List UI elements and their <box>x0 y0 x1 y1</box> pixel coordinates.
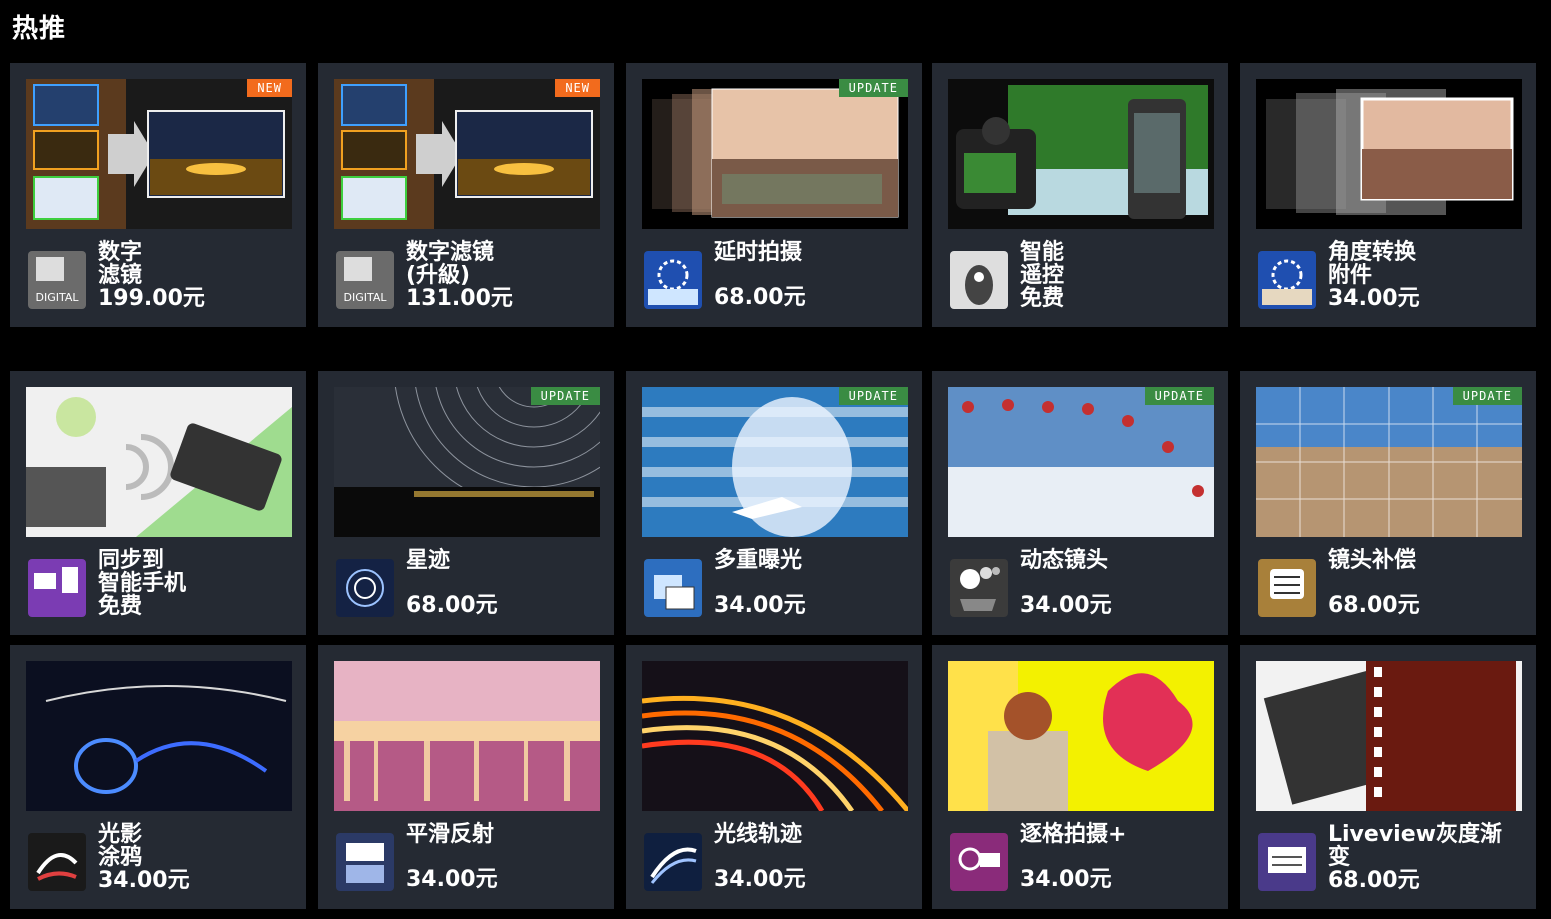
app-card-sync-smartphone[interactable]: 同步到 智能手机 免费 <box>10 371 306 635</box>
app-thumbnail[interactable]: UPDATE <box>642 79 908 229</box>
app-card-smart-remote[interactable]: 智能 遥控 免费 <box>932 63 1228 327</box>
app-name: 角度转换 附件 <box>1328 240 1417 288</box>
app-thumbnail[interactable] <box>948 661 1214 811</box>
light-painting-icon <box>28 833 86 891</box>
app-thumbnail[interactable]: UPDATE <box>1256 387 1522 537</box>
app-price: 34.00元 <box>714 867 806 892</box>
app-thumbnail[interactable] <box>334 661 600 811</box>
multiple-exposure-icon <box>644 559 702 617</box>
app-name: 延时拍摄 <box>714 240 803 265</box>
app-name: 数字滤镜 (升級) <box>406 240 495 288</box>
app-card-liveview-grading[interactable]: Liveview灰度渐 变 68.00元 <box>1240 645 1536 909</box>
app-price: 68.00元 <box>714 285 806 310</box>
sync-smartphone-icon <box>28 559 86 617</box>
update-badge: UPDATE <box>530 387 600 405</box>
update-badge: UPDATE <box>838 79 908 97</box>
app-card-motion-shot[interactable]: UPDATE 动态镜头 34.00元 <box>932 371 1228 635</box>
app-card-timelapse[interactable]: UPDATE 延时拍摄 68.00元 <box>626 63 922 327</box>
app-thumbnail[interactable]: NEW <box>334 79 600 229</box>
new-badge: NEW <box>555 79 600 97</box>
smart-remote-icon <box>950 251 1008 309</box>
liveview-grading-icon <box>1258 833 1316 891</box>
app-name: 光影 涂鸦 <box>98 822 143 870</box>
svg-text:DIGITAL: DIGITAL <box>343 291 387 304</box>
light-trail-icon <box>644 833 702 891</box>
digital-filter-icon: DIGITAL <box>28 251 86 309</box>
app-thumbnail[interactable] <box>1256 661 1522 811</box>
lens-compensation-icon <box>1258 559 1316 617</box>
app-card-multiple-exposure[interactable]: UPDATE 多重曝光 34.00元 <box>626 371 922 635</box>
app-price: 199.00元 <box>98 286 205 311</box>
app-name: 多重曝光 <box>714 548 803 573</box>
update-badge: UPDATE <box>1144 387 1214 405</box>
app-price: 68.00元 <box>406 593 498 618</box>
app-name: 光线轨迹 <box>714 822 803 847</box>
app-price: 34.00元 <box>714 593 806 618</box>
smooth-reflection-icon <box>336 833 394 891</box>
app-name: 星迹 <box>406 548 451 573</box>
app-card-angle-shift[interactable]: 角度转换 附件 34.00元 <box>1240 63 1536 327</box>
app-name: 平滑反射 <box>406 822 495 847</box>
star-trail-icon <box>336 559 394 617</box>
update-badge: UPDATE <box>1452 387 1522 405</box>
app-card-smooth-reflection[interactable]: 平滑反射 34.00元 <box>318 645 614 909</box>
app-thumbnail[interactable]: NEW <box>26 79 292 229</box>
app-name: 数字 滤镜 <box>98 240 143 288</box>
app-thumbnail[interactable] <box>26 387 292 537</box>
app-card-frame-by-frame[interactable]: 逐格拍摄+ 34.00元 <box>932 645 1228 909</box>
app-thumbnail[interactable] <box>1256 79 1522 229</box>
app-thumbnail[interactable]: UPDATE <box>334 387 600 537</box>
svg-text:DIGITAL: DIGITAL <box>35 291 79 304</box>
app-card-digital-filter-upgrade[interactable]: NEW DIGITAL 数字滤镜 (升級) 131.00元 <box>318 63 614 327</box>
update-badge: UPDATE <box>838 387 908 405</box>
app-price: 68.00元 <box>1328 593 1420 618</box>
app-price: 34.00元 <box>406 867 498 892</box>
app-thumbnail[interactable]: UPDATE <box>642 387 908 537</box>
app-card-light-painting[interactable]: 光影 涂鸦 34.00元 <box>10 645 306 909</box>
app-card-digital-filter[interactable]: NEW DIGITAL 数字 滤镜 199.00元 <box>10 63 306 327</box>
motion-shot-icon <box>950 559 1008 617</box>
digital-filter-upgrade-icon: DIGITAL <box>336 251 394 309</box>
timelapse-icon <box>644 251 702 309</box>
frame-by-frame-icon <box>950 833 1008 891</box>
new-badge: NEW <box>247 79 292 97</box>
app-card-lens-compensation[interactable]: UPDATE 镜头补偿 68.00元 <box>1240 371 1536 635</box>
section-title: 热推 <box>12 14 67 44</box>
app-price: 131.00元 <box>406 286 513 311</box>
app-name: 逐格拍摄+ <box>1020 822 1127 847</box>
app-name: 智能 遥控 免费 <box>1020 240 1065 311</box>
app-card-star-trail[interactable]: UPDATE 星迹 68.00元 <box>318 371 614 635</box>
app-name: 动态镜头 <box>1020 548 1109 573</box>
app-name: 同步到 智能手机 免费 <box>98 548 187 619</box>
app-price: 34.00元 <box>1328 286 1420 311</box>
app-thumbnail[interactable]: UPDATE <box>948 387 1214 537</box>
app-price: 34.00元 <box>1020 867 1112 892</box>
app-name: Liveview灰度渐 变 <box>1328 822 1502 870</box>
app-price: 34.00元 <box>98 868 190 893</box>
app-card-light-trail[interactable]: 光线轨迹 34.00元 <box>626 645 922 909</box>
app-price: 34.00元 <box>1020 593 1112 618</box>
app-name: 镜头补偿 <box>1328 548 1417 573</box>
app-price: 68.00元 <box>1328 868 1420 893</box>
app-thumbnail[interactable] <box>948 79 1214 229</box>
app-thumbnail[interactable] <box>642 661 908 811</box>
app-thumbnail[interactable] <box>26 661 292 811</box>
angle-shift-icon <box>1258 251 1316 309</box>
